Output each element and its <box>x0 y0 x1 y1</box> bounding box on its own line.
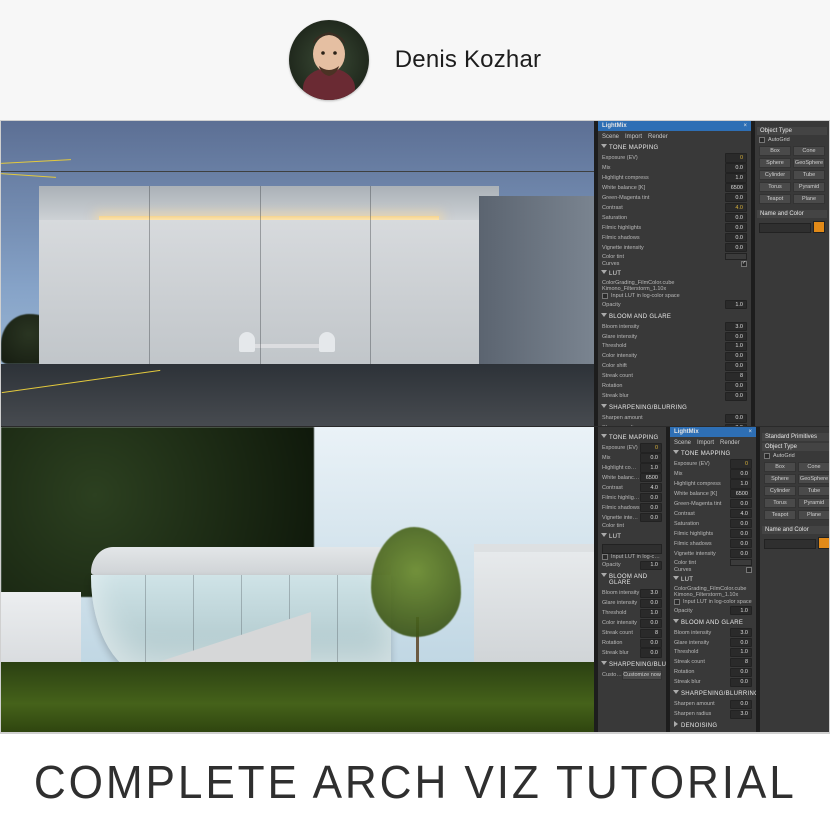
vfb-panels-top: LightMix× SceneImportRender TONE MAPPING… <box>594 121 829 426</box>
lightmix-title-bar: LightMix× <box>598 121 751 131</box>
create-teapot-button[interactable]: Teapot <box>759 194 791 204</box>
create-sphere-button[interactable]: Sphere <box>759 158 791 168</box>
create-torus-button-2[interactable]: Torus <box>764 498 796 508</box>
create-cone-button-2[interactable]: Cone <box>798 462 829 472</box>
create-pyramid-button-2[interactable]: Pyramid <box>798 498 829 508</box>
create-torus-button[interactable]: Torus <box>759 182 791 192</box>
thumbnail-title-bar: COMPLETE ARCH VIZ TUTORIAL <box>0 733 830 830</box>
standard-primitives-header: Standard Primitives <box>762 433 829 441</box>
tone-mapping-panel: LightMix× SceneImportRender TONE MAPPING… <box>598 121 751 426</box>
tone-mapping-panel-mid: LightMix× SceneImportRender TONE MAPPING… <box>670 427 756 732</box>
render-scene-day <box>1 427 594 732</box>
create-teapot-button-2[interactable]: Teapot <box>764 510 796 520</box>
object-type-header-2: Object Type <box>762 443 829 451</box>
create-panel-2: Standard Primitives Object Type AutoGrid… <box>760 427 829 732</box>
create-pyramid-button[interactable]: Pyramid <box>793 182 825 192</box>
create-sphere-button-2[interactable]: Sphere <box>764 474 796 484</box>
object-type-header: Object Type <box>757 127 827 135</box>
create-geosphere-button-2[interactable]: GeoSphere <box>798 474 829 484</box>
create-panel: Object Type AutoGrid Box Cone Sphere Geo… <box>755 121 829 426</box>
name-and-color-header: Name and Color <box>757 210 827 218</box>
create-cylinder-button[interactable]: Cylinder <box>759 170 791 180</box>
tone-mapping-panel-left: TONE MAPPING Exposure (EV)0 Mix0.0 Highl… <box>598 427 666 732</box>
create-geosphere-button[interactable]: GeoSphere <box>793 158 825 168</box>
author-name: Denis Kozhar <box>395 46 541 74</box>
vfb-panels-bottom: TONE MAPPING Exposure (EV)0 Mix0.0 Highl… <box>594 427 829 732</box>
create-tube-button[interactable]: Tube <box>793 170 825 180</box>
create-box-button-2[interactable]: Box <box>764 462 796 472</box>
create-plane-button-2[interactable]: Plane <box>798 510 829 520</box>
render-scene-dusk <box>1 121 594 426</box>
create-box-button[interactable]: Box <box>759 146 791 156</box>
create-plane-button[interactable]: Plane <box>793 194 825 204</box>
create-cone-button[interactable]: Cone <box>793 146 825 156</box>
create-cylinder-button-2[interactable]: Cylinder <box>764 486 796 496</box>
thumbnail-title: COMPLETE ARCH VIZ TUTORIAL <box>34 755 797 809</box>
lightmix-title-bar-2: LightMix× <box>670 427 756 437</box>
tutorial-thumbnail[interactable]: LightMix× SceneImportRender TONE MAPPING… <box>0 120 830 733</box>
name-and-color-header-2: Name and Color <box>762 526 829 534</box>
create-tube-button-2[interactable]: Tube <box>798 486 829 496</box>
author-avatar[interactable] <box>289 20 369 100</box>
author-header: Denis Kozhar <box>0 0 830 120</box>
